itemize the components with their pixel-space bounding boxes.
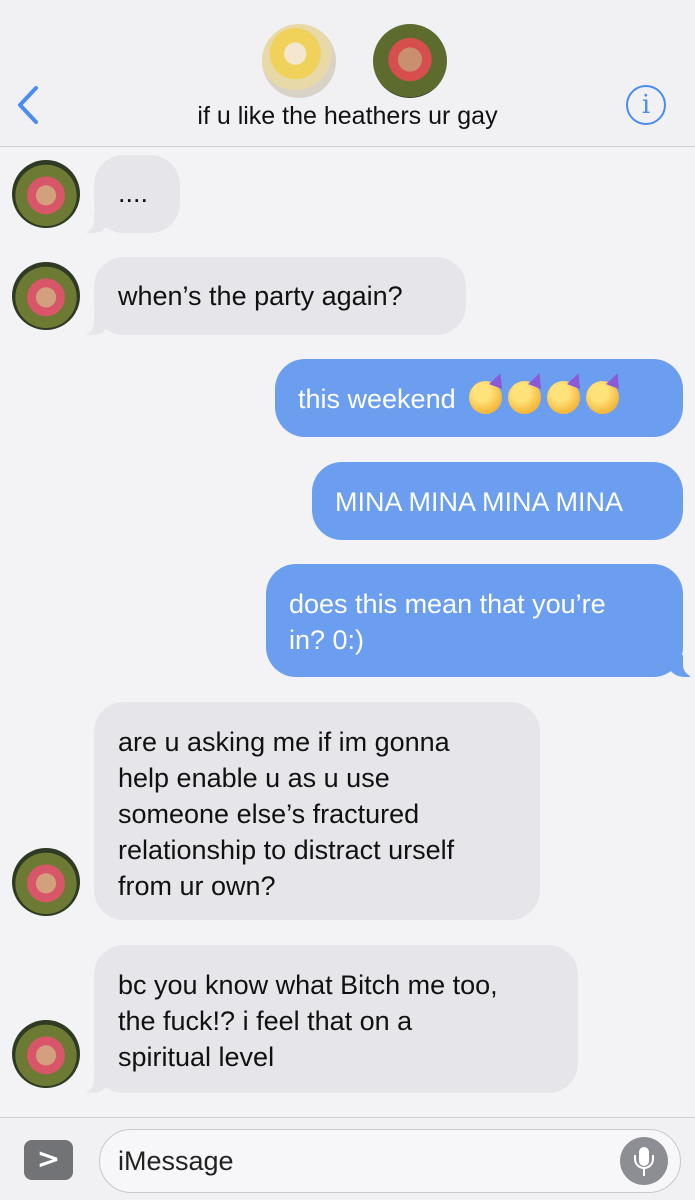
message-composer-bar: > <box>0 1117 695 1200</box>
message-text: bc you know what Bitch me too, the fuck!… <box>118 970 498 1072</box>
party-face-emoji <box>586 381 620 414</box>
message-text: .... <box>118 178 149 208</box>
message-text: are u asking me if im gonna help enable … <box>118 727 455 901</box>
party-face-emoji <box>547 381 581 414</box>
group-member-avatar[interactable] <box>262 24 336 98</box>
outgoing-message-bubble[interactable]: MINA MINA MINA MINA <box>312 462 683 540</box>
message-text: this weekend <box>298 384 456 414</box>
outgoing-message-bubble[interactable]: this weekend <box>275 359 683 437</box>
imessage-input[interactable] <box>118 1140 598 1182</box>
party-face-emoji <box>508 381 542 414</box>
info-icon[interactable]: i <box>626 85 666 125</box>
party-face-emoji <box>469 381 503 414</box>
group-name[interactable]: if u like the heathers ur gay <box>0 102 695 131</box>
contact-avatar[interactable] <box>12 848 80 916</box>
incoming-message-bubble[interactable]: .... <box>76 155 180 233</box>
expand-apps-button[interactable]: > <box>24 1140 73 1180</box>
contact-avatar[interactable] <box>12 1020 80 1088</box>
incoming-message-bubble[interactable]: are u asking me if im gonna help enable … <box>94 702 540 920</box>
message-field-container <box>99 1129 681 1193</box>
microphone-stem <box>643 1169 645 1176</box>
incoming-message-bubble[interactable]: when’s the party again? <box>76 257 466 335</box>
contact-avatar[interactable] <box>12 160 80 228</box>
microphone-icon[interactable] <box>620 1137 668 1185</box>
group-member-avatar[interactable] <box>373 24 447 98</box>
conversation-header: if u like the heathers ur gay i <box>0 0 695 147</box>
contact-avatar[interactable] <box>12 262 80 330</box>
outgoing-message-bubble[interactable]: does this mean that you’re in? 0:) <box>266 564 695 677</box>
message-text: when’s the party again? <box>118 281 403 311</box>
incoming-message-bubble[interactable]: bc you know what Bitch me too, the fuck!… <box>76 945 578 1093</box>
message-text: MINA MINA MINA MINA <box>335 487 624 517</box>
message-text: does this mean that you’re in? 0:) <box>289 589 606 655</box>
